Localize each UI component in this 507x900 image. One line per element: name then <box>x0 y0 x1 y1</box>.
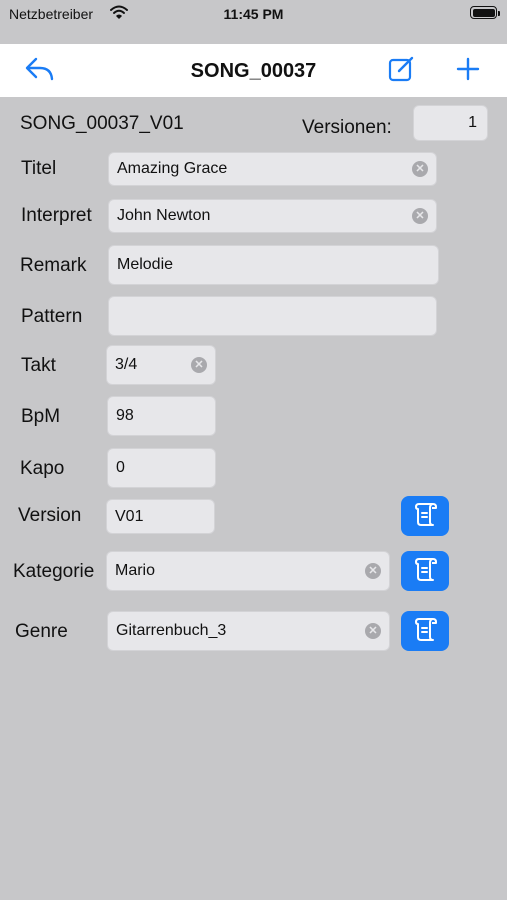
kategorie-field[interactable]: Mario ✕ <box>106 551 390 591</box>
scroll-icon <box>411 555 439 588</box>
clear-icon[interactable]: ✕ <box>412 208 428 224</box>
navigation-bar: SONG_00037 <box>0 44 507 97</box>
clear-icon[interactable]: ✕ <box>365 623 381 639</box>
interpret-field[interactable]: John Newton ✕ <box>108 199 437 233</box>
remark-field[interactable]: Melodie <box>108 245 439 285</box>
kategorie-picker-button[interactable] <box>401 551 449 591</box>
page-title: SONG_00037 <box>190 60 317 82</box>
add-button[interactable] <box>450 54 486 88</box>
bpm-value: 98 <box>116 407 134 424</box>
kapo-label: Kapo <box>20 458 65 479</box>
song-id-label: SONG_00037_V01 <box>20 113 184 134</box>
titel-field[interactable]: Amazing Grace ✕ <box>108 152 437 186</box>
genre-value: Gitarrenbuch_3 <box>116 622 227 639</box>
version-label: Version <box>18 505 82 526</box>
bpm-label: BpM <box>21 406 61 427</box>
status-bar: Netzbetreiber 11:45 PM <box>0 0 507 44</box>
version-value: V01 <box>115 507 144 525</box>
bpm-field[interactable]: 98 <box>107 396 216 436</box>
takt-value: 3/4 <box>115 356 138 373</box>
remark-label: Remark <box>20 255 87 276</box>
plus-icon <box>455 56 481 87</box>
version-picker-button[interactable] <box>401 496 449 536</box>
versions-value: 1 <box>468 114 477 131</box>
genre-picker-button[interactable] <box>401 611 449 651</box>
scroll-icon <box>411 500 439 533</box>
versions-field[interactable]: 1 <box>413 105 488 141</box>
kategorie-value: Mario <box>115 562 156 579</box>
scroll-icon <box>411 615 439 648</box>
titel-value: Amazing Grace <box>117 160 228 177</box>
versions-label: Versionen: <box>302 117 392 138</box>
kapo-value: 0 <box>116 459 125 476</box>
version-field[interactable]: V01 <box>106 499 215 534</box>
pattern-field[interactable] <box>108 296 437 336</box>
interpret-value: John Newton <box>117 207 211 224</box>
kapo-field[interactable]: 0 <box>107 448 216 488</box>
clear-icon[interactable]: ✕ <box>365 563 381 579</box>
clear-icon[interactable]: ✕ <box>191 357 207 373</box>
battery-icon <box>470 6 500 19</box>
status-time: 11:45 PM <box>223 6 284 22</box>
clear-icon[interactable]: ✕ <box>412 161 428 177</box>
takt-label: Takt <box>21 355 56 376</box>
compose-icon <box>387 54 417 89</box>
genre-field[interactable]: Gitarrenbuch_3 ✕ <box>107 611 390 651</box>
interpret-label: Interpret <box>21 205 92 226</box>
edit-button[interactable] <box>384 54 420 88</box>
pattern-label: Pattern <box>21 306 83 327</box>
takt-field[interactable]: 3/4 ✕ <box>106 345 216 385</box>
titel-label: Titel <box>21 158 57 179</box>
genre-label: Genre <box>15 621 68 642</box>
kategorie-label: Kategorie <box>13 561 95 582</box>
remark-value: Melodie <box>117 256 174 273</box>
